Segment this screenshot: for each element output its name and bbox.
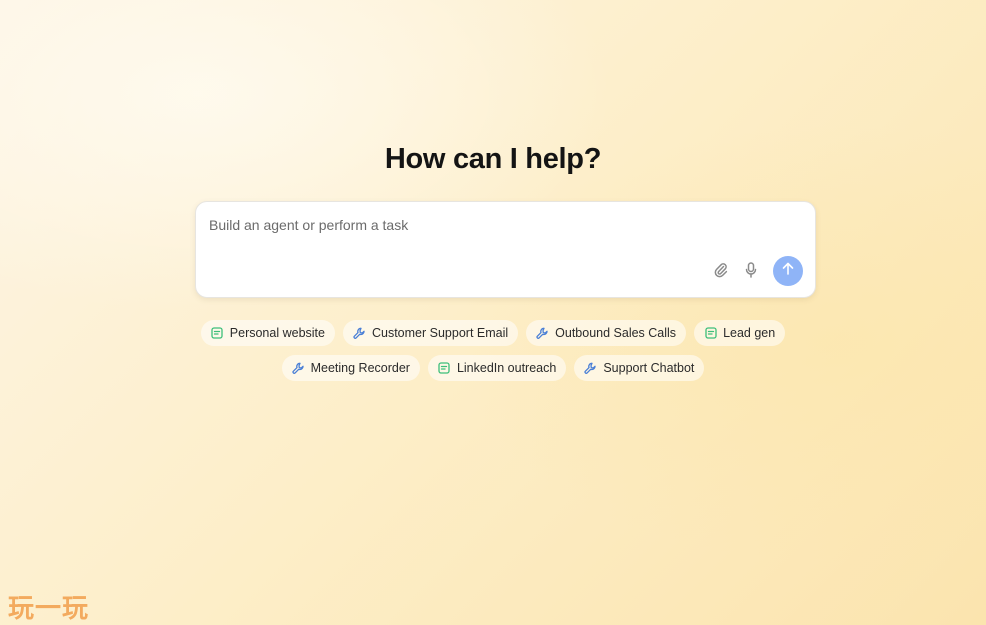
chip-outbound-sales-calls[interactable]: Outbound Sales Calls: [526, 320, 687, 346]
chip-support-chatbot[interactable]: Support Chatbot: [574, 355, 705, 381]
wrench-icon: [292, 362, 305, 375]
wrench-icon: [536, 327, 549, 340]
attach-button[interactable]: [710, 261, 732, 283]
page-title: How can I help?: [384, 143, 602, 175]
chip-label: Lead gen: [723, 326, 776, 340]
chip-label: Support Chatbot: [603, 361, 695, 375]
chip-label: Outbound Sales Calls: [555, 326, 677, 340]
send-button[interactable]: [773, 256, 803, 286]
chip-label: Personal website: [229, 326, 325, 340]
chip-lead-gen[interactable]: Lead gen: [694, 320, 786, 346]
microphone-icon: [745, 261, 757, 283]
wrench-icon: [353, 327, 366, 340]
prompt-placeholder: Build an agent or perform a task: [209, 217, 409, 233]
chip-meeting-recorder[interactable]: Meeting Recorder: [281, 355, 420, 381]
page-icon: [704, 327, 717, 340]
wrench-icon: [584, 362, 597, 375]
paperclip-icon: [714, 262, 728, 283]
chip-linkedin-outreach[interactable]: LinkedIn outreach: [427, 355, 567, 381]
prompt-input[interactable]: Build an agent or perform a task: [195, 201, 816, 298]
watermark-logo: 玩一玩: [8, 593, 90, 623]
page-icon: [438, 362, 451, 375]
suggestion-row: Personal website Customer Support Email …: [0, 320, 986, 346]
arrow-up-icon: [782, 262, 794, 280]
page-icon: [211, 327, 224, 340]
chip-customer-support-email[interactable]: Customer Support Email: [342, 320, 519, 346]
chip-label: LinkedIn outreach: [456, 361, 557, 375]
chip-label: Meeting Recorder: [310, 361, 410, 375]
chip-personal-website[interactable]: Personal website: [200, 320, 335, 346]
suggestion-row: Meeting Recorder LinkedIn outreach Suppo…: [0, 355, 986, 381]
microphone-button[interactable]: [740, 261, 762, 283]
chip-label: Customer Support Email: [371, 326, 509, 340]
